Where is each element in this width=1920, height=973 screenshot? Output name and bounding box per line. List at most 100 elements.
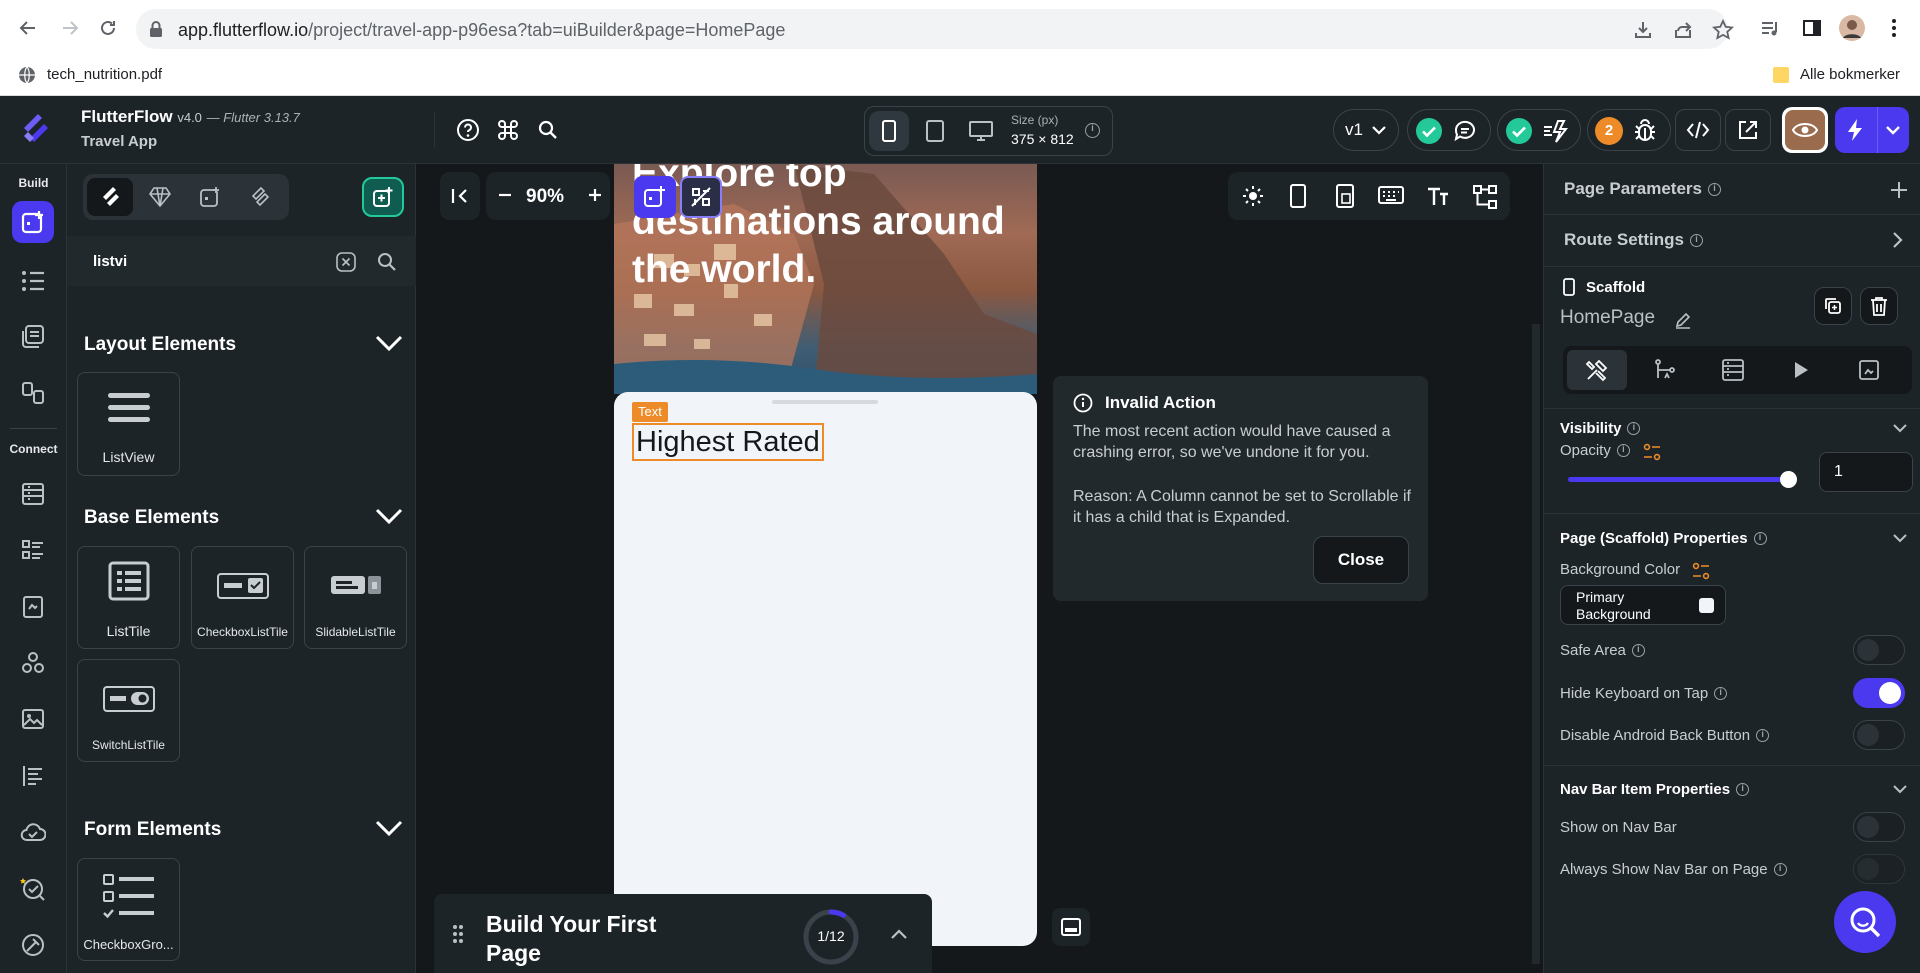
drag-handle-icon[interactable] [452,924,464,944]
device-phone-icon[interactable] [869,111,909,151]
star-icon[interactable] [1712,19,1734,41]
tab-custom-widgets[interactable] [187,178,233,216]
chevron-down-icon[interactable] [374,332,404,362]
media-assets-icon[interactable] [14,700,52,738]
menu-dots-icon[interactable] [1880,14,1908,42]
components-icon[interactable] [14,374,52,412]
chevron-right-icon[interactable] [1892,231,1904,249]
issues-button[interactable]: 2 [1587,109,1671,151]
add-widget-button[interactable] [634,176,676,218]
run-checks-button[interactable] [1497,109,1581,151]
widget-tile-checkboxlisttile[interactable]: CheckboxListTile [191,546,294,649]
device-frame-icon[interactable] [1290,184,1306,208]
widget-tile-switchlisttile[interactable]: SwitchListTile [77,659,180,762]
open-external-button[interactable] [1725,109,1771,151]
variable-icon[interactable] [1643,443,1661,461]
widget-tile-checkboxgroup[interactable]: CheckboxGro... [77,858,180,961]
install-icon[interactable] [1632,19,1654,41]
close-button[interactable]: Close [1313,536,1409,584]
tab-actions[interactable] [1635,350,1695,390]
bookmark-link[interactable]: tech_nutrition.pdf [47,66,162,83]
keyboard-icon[interactable] [1378,186,1404,204]
wrap-widget-button[interactable] [680,176,722,218]
back-icon[interactable] [14,14,42,42]
onboarding-checklist[interactable]: Build Your First Page 1/12 [434,894,932,973]
delete-button[interactable] [1860,287,1898,325]
address-bar[interactable]: app.flutterflow.io/project/travel-app-p9… [136,9,1734,49]
run-button[interactable] [1835,107,1909,153]
preview-button[interactable] [1782,107,1828,153]
theme-settings-icon[interactable] [14,926,52,964]
storyboard-icon[interactable] [14,318,52,356]
widget-tile-listtile[interactable]: ListTile [77,546,180,649]
tab-flutterflow-widgets[interactable] [87,178,133,216]
page-parameters-title[interactable]: Page Parameters [1564,179,1721,199]
add-custom-widget-button[interactable] [362,177,404,217]
tab-library[interactable] [237,178,283,216]
branch-selector[interactable]: v1 [1333,109,1399,151]
bg-color-picker[interactable]: Primary Background [1560,585,1726,625]
api-calls-icon[interactable] [14,588,52,626]
tab-documentation[interactable] [1839,350,1899,390]
help-chat-button[interactable] [1834,891,1896,953]
size-info-icon[interactable] [1085,123,1100,141]
safe-area-icon[interactable] [1336,184,1354,208]
widget-tree-icon[interactable] [14,262,52,300]
chevron-down-icon[interactable] [374,817,404,847]
search-icon[interactable] [534,116,562,144]
clear-search-icon[interactable] [336,252,356,272]
variable-icon[interactable] [1692,562,1710,580]
widget-tree-toggle-icon[interactable] [1472,184,1498,210]
zoom-out-icon[interactable] [496,186,514,204]
widget-tile-listview[interactable]: ListView [77,372,180,476]
add-icon[interactable] [1889,180,1909,200]
hide-keyboard-toggle[interactable] [1853,678,1905,708]
opacity-input[interactable]: 1 [1819,452,1913,492]
route-settings-title[interactable]: Route Settings [1564,230,1703,250]
widget-tile-slidablelisttile[interactable]: SlidableListTile [304,546,407,649]
chevron-down-icon[interactable] [1885,125,1901,135]
highest-rated-text[interactable]: Highest Rated [632,423,824,461]
tab-properties[interactable] [1567,350,1627,390]
bottom-panel-toggle[interactable] [1052,908,1090,946]
comments-button[interactable] [1407,109,1491,151]
media-icon[interactable] [1756,14,1784,42]
search-input[interactable]: listvi [93,253,127,270]
custom-code-icon[interactable] [14,757,52,795]
tab-premium[interactable] [137,178,183,216]
safe-area-toggle[interactable] [1853,635,1905,665]
profile-avatar[interactable] [1838,14,1866,42]
canvas-scrollbar[interactable] [1532,324,1540,964]
chevron-down-icon[interactable] [1892,532,1908,544]
size-value[interactable]: 375 × 812 [1011,131,1074,147]
reload-icon[interactable] [94,14,122,42]
sidepanel-icon[interactable] [1798,14,1826,42]
light-mode-icon[interactable] [1242,185,1264,207]
chevron-down-icon[interactable] [1892,422,1908,434]
edit-icon[interactable] [1674,311,1692,329]
cloud-functions-icon[interactable] [14,813,52,851]
sheet-handle[interactable] [772,400,878,404]
share-icon[interactable] [1672,19,1694,41]
slider-thumb[interactable] [1780,471,1797,488]
forward-icon[interactable] [56,14,84,42]
tab-backend-query[interactable] [1703,350,1763,390]
zoom-value[interactable]: 90% [526,186,564,208]
command-icon[interactable] [494,116,522,144]
widget-palette-icon[interactable] [12,201,54,243]
database-icon[interactable] [14,475,52,513]
text-scale-icon[interactable] [1426,185,1450,207]
tab-animations[interactable] [1771,350,1831,390]
app-state-icon[interactable] [14,531,52,569]
all-bookmarks[interactable]: Alle bokmerker [1800,66,1900,83]
disable-back-toggle[interactable] [1853,720,1905,750]
zoom-in-icon[interactable] [586,186,604,204]
collapse-panel-button[interactable] [440,172,480,220]
tests-icon[interactable] [14,869,52,907]
always-show-nav-toggle[interactable] [1853,854,1905,884]
chevron-down-icon[interactable] [1892,783,1908,795]
opacity-slider[interactable] [1568,471,1797,488]
show-nav-toggle[interactable] [1853,812,1905,842]
device-desktop-icon[interactable] [961,111,1001,151]
help-icon[interactable] [454,116,482,144]
